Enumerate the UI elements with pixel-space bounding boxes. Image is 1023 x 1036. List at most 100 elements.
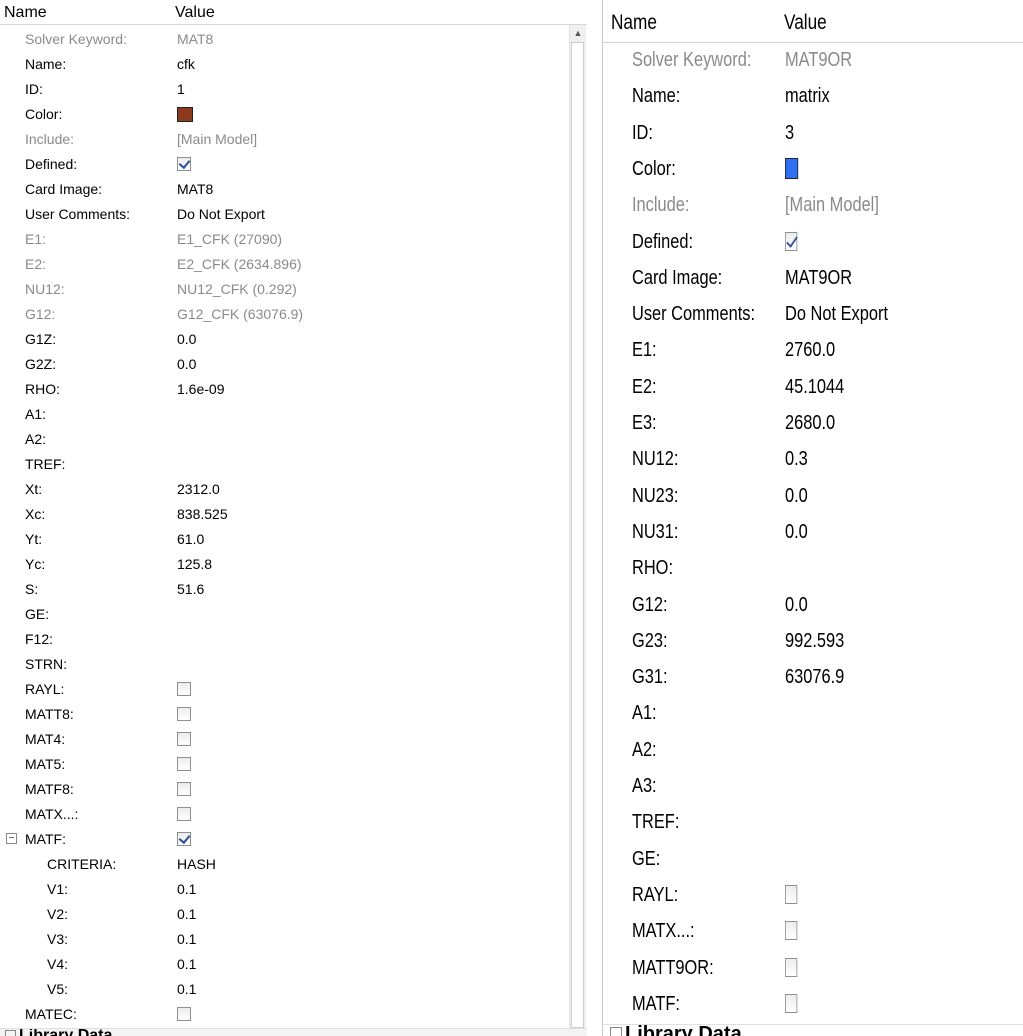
property-value[interactable]: 992.593	[785, 623, 844, 659]
property-value[interactable]: 61.0	[177, 527, 204, 552]
property-value[interactable]: MAT8	[177, 177, 213, 202]
property-value[interactable]	[785, 877, 798, 913]
property-value[interactable]: 0.1	[177, 927, 196, 952]
property-row-v2[interactable]: V2: 0.1	[0, 902, 587, 927]
property-row-e3[interactable]: E3: 2680.0	[603, 405, 1023, 441]
checkbox-unchecked[interactable]	[785, 921, 798, 941]
property-row-criteria[interactable]: CRITERIA: HASH	[0, 852, 587, 877]
property-row-a2[interactable]: A2:	[0, 427, 587, 452]
property-row-mat5[interactable]: MAT5:	[0, 752, 587, 777]
property-row-defined[interactable]: Defined:	[603, 224, 1023, 260]
property-value[interactable]: 1.6e-09	[177, 377, 224, 402]
checkbox-checked[interactable]	[785, 231, 798, 251]
property-row-id[interactable]: ID: 3	[603, 115, 1023, 151]
property-value[interactable]	[785, 986, 798, 1022]
property-value[interactable]	[785, 950, 798, 986]
property-value[interactable]: 51.6	[177, 577, 204, 602]
property-value[interactable]: cfk	[177, 52, 195, 77]
property-row-card-image[interactable]: Card Image: MAT8	[0, 177, 587, 202]
property-value[interactable]: 2760.0	[785, 332, 835, 368]
property-row-e1[interactable]: E1: E1_CFK (27090)	[0, 227, 587, 252]
property-row-rayl[interactable]: RAYL:	[0, 677, 587, 702]
property-value[interactable]	[785, 151, 799, 187]
expand-icon[interactable]	[5, 1030, 16, 1036]
property-row-xc[interactable]: Xc: 838.525	[0, 502, 587, 527]
property-value[interactable]: 45.1044	[785, 369, 844, 405]
color-swatch[interactable]	[177, 106, 193, 122]
checkbox-unchecked[interactable]	[177, 707, 191, 722]
property-row-matf[interactable]: MATF:	[603, 986, 1023, 1022]
right-library-data-section[interactable]: Library Data	[603, 1024, 1023, 1036]
property-value[interactable]: 0.0	[177, 327, 196, 352]
property-row-solver-keyword[interactable]: Solver Keyword: MAT9OR	[603, 42, 1023, 78]
property-value[interactable]: Do Not Export	[785, 296, 888, 332]
name-column-header[interactable]: Name	[4, 0, 47, 26]
property-row-include[interactable]: Include: [Main Model]	[603, 187, 1023, 223]
property-row-color[interactable]: Color:	[603, 151, 1023, 187]
property-value[interactable]: 0.1	[177, 977, 196, 1002]
property-value[interactable]: MAT9OR	[785, 260, 852, 296]
property-row-matf8[interactable]: MATF8:	[0, 777, 587, 802]
property-row-nu12[interactable]: NU12: NU12_CFK (0.292)	[0, 277, 587, 302]
property-row-matt9or[interactable]: MATT9OR:	[603, 950, 1023, 986]
property-row-name[interactable]: Name: cfk	[0, 52, 587, 77]
property-value[interactable]: 2312.0	[177, 477, 220, 502]
checkbox-unchecked[interactable]	[785, 994, 798, 1014]
property-row-matx[interactable]: MATX...:	[0, 802, 587, 827]
property-value[interactable]	[177, 727, 191, 752]
value-column-header[interactable]: Value	[175, 0, 215, 26]
property-row-a2[interactable]: A2:	[603, 732, 1023, 768]
property-value[interactable]	[177, 802, 191, 827]
property-row-yc[interactable]: Yc: 125.8	[0, 552, 587, 577]
property-row-matec[interactable]: MATEC:	[0, 1002, 587, 1027]
property-row-v1[interactable]: V1: 0.1	[0, 877, 587, 902]
checkbox-unchecked[interactable]	[785, 885, 798, 905]
checkbox-unchecked[interactable]	[177, 682, 191, 697]
property-value[interactable]: Do Not Export	[177, 202, 265, 227]
property-row-tref[interactable]: TREF:	[603, 804, 1023, 840]
property-value[interactable]: 0.0	[785, 514, 808, 550]
property-value[interactable]: 1	[177, 77, 185, 102]
property-row-rho[interactable]: RHO: 1.6e-09	[0, 377, 587, 402]
property-value[interactable]	[785, 913, 798, 949]
value-column-header[interactable]: Value	[784, 0, 827, 46]
property-row-rho[interactable]: RHO:	[603, 550, 1023, 586]
color-swatch[interactable]	[785, 158, 799, 180]
left-vertical-scrollbar[interactable]: ▲	[569, 25, 586, 1028]
checkbox-unchecked[interactable]	[785, 957, 798, 977]
property-row-nu23[interactable]: NU23: 0.0	[603, 478, 1023, 514]
property-value[interactable]: 838.525	[177, 502, 228, 527]
property-row-mat4[interactable]: MAT4:	[0, 727, 587, 752]
property-value[interactable]	[177, 102, 193, 127]
property-value[interactable]: 3	[785, 115, 794, 151]
property-value[interactable]: HASH	[177, 852, 216, 877]
property-row-ge[interactable]: GE:	[603, 841, 1023, 877]
property-row-strn[interactable]: STRN:	[0, 652, 587, 677]
property-value[interactable]	[177, 777, 191, 802]
property-row-g31[interactable]: G31: 63076.9	[603, 659, 1023, 695]
property-row-g23[interactable]: G23: 992.593	[603, 623, 1023, 659]
checkbox-unchecked[interactable]	[177, 807, 191, 822]
property-value[interactable]: 0.1	[177, 877, 196, 902]
property-row-solver-keyword[interactable]: Solver Keyword: MAT8	[0, 27, 587, 52]
property-value[interactable]: 0.1	[177, 952, 196, 977]
checkbox-unchecked[interactable]	[177, 782, 191, 797]
checkbox-unchecked[interactable]	[177, 757, 191, 772]
property-value[interactable]: 0.0	[785, 587, 808, 623]
property-row-g1z[interactable]: G1Z: 0.0	[0, 327, 587, 352]
property-row-include[interactable]: Include: [Main Model]	[0, 127, 587, 152]
checkbox-unchecked[interactable]	[177, 1007, 191, 1022]
name-column-header[interactable]: Name	[611, 0, 657, 46]
property-row-user-comments[interactable]: User Comments: Do Not Export	[603, 296, 1023, 332]
property-value[interactable]: 0.3	[785, 441, 808, 477]
checkbox-unchecked[interactable]	[177, 732, 191, 747]
property-row-matt8[interactable]: MATT8:	[0, 702, 587, 727]
property-value[interactable]: 0.1	[177, 902, 196, 927]
property-value[interactable]	[177, 677, 191, 702]
property-value[interactable]: matrix	[785, 78, 830, 114]
property-row-a3[interactable]: A3:	[603, 768, 1023, 804]
property-value[interactable]	[177, 752, 191, 777]
property-row-v5[interactable]: V5: 0.1	[0, 977, 587, 1002]
property-value[interactable]	[177, 827, 191, 852]
property-row-matf[interactable]: − MATF:	[0, 827, 587, 852]
